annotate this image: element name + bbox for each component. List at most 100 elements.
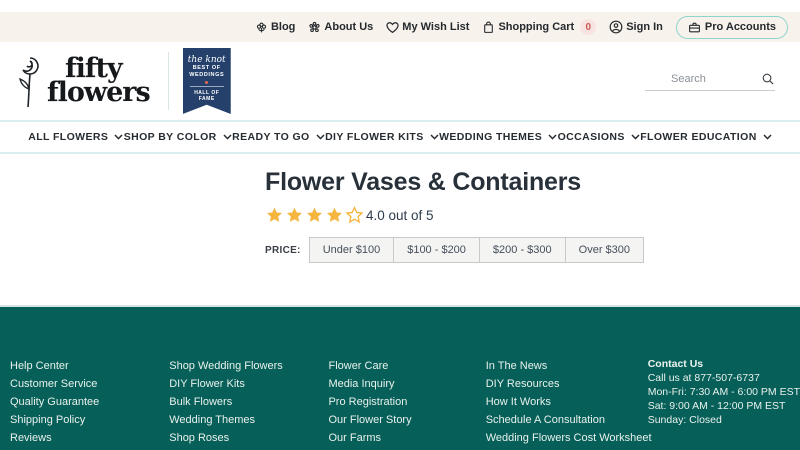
- footer-link-pro-registration[interactable]: Pro Registration: [328, 393, 485, 411]
- price-filter-over-300[interactable]: Over $300: [564, 237, 645, 263]
- footer-column-company: Flower Care Media Inquiry Pro Registration…: [328, 357, 485, 450]
- badge-hall-of-fame: HALL OF FAME: [189, 86, 224, 102]
- search-input[interactable]: [645, 72, 753, 85]
- top-strip: [0, 0, 800, 12]
- star-icon: [307, 207, 322, 222]
- about-us-label: About Us: [324, 21, 374, 33]
- shopping-cart-link[interactable]: Shopping Cart 0: [482, 19, 597, 35]
- rating-row: 4.0 out of 5: [265, 206, 800, 224]
- star-rating[interactable]: [265, 206, 364, 224]
- chevron-down-icon: [316, 134, 325, 140]
- price-filter-100-200[interactable]: $100 - $200: [393, 237, 480, 263]
- nav-item-label: ALL FLOWERS: [28, 131, 109, 143]
- pro-accounts-label: Pro Accounts: [704, 21, 776, 33]
- star-icon: [345, 206, 364, 224]
- footer-column-resources: In The News DIY Resources How It Works Sche…: [486, 357, 652, 450]
- footer-link-in-the-news[interactable]: In The News: [486, 357, 648, 375]
- footer-link-diy-resources[interactable]: DIY Resources: [486, 375, 648, 393]
- cart-count-badge: 0: [580, 19, 597, 35]
- main-nav: ALL FLOWERS SHOP BY COLOR READY TO GO DIY F…: [0, 120, 800, 154]
- footer-link-schedule-a-consultation[interactable]: Schedule A Consultation: [486, 411, 648, 429]
- blog-label: Blog: [270, 21, 296, 33]
- badge-dot: [205, 81, 209, 84]
- footer-link-shipping-policy[interactable]: Shipping Policy: [10, 411, 169, 429]
- footer-link-wedding-flowers-cost-worksheet[interactable]: Wedding Flowers Cost Worksheet: [486, 429, 652, 447]
- contact-line-call-us-at-877-507-6737: Call us at 877-507-6737: [647, 372, 760, 384]
- footer-column-contact: Contact Us Call us at 877-507-6737 Mon-Fr…: [648, 357, 800, 450]
- header-divider: [167, 52, 169, 110]
- footer-column-support: Help Center Customer Service Quality Guara…: [10, 357, 169, 450]
- price-filter-200-300[interactable]: $200 - $300: [478, 237, 566, 263]
- footer-link-diy-flower-kits[interactable]: DIY Flower Kits: [169, 375, 328, 393]
- price-filter-label: PRICE:: [265, 244, 301, 256]
- chevron-down-icon: [114, 134, 123, 140]
- price-filter-under-100[interactable]: Under $100: [308, 237, 395, 263]
- footer-link-flower-care[interactable]: Flower Care: [328, 357, 485, 375]
- footer-link-shop-roses[interactable]: Shop Roses: [169, 429, 328, 447]
- badge-weddings: WEDDINGS: [189, 72, 225, 78]
- footer-link-our-flower-story[interactable]: Our Flower Story: [328, 411, 485, 429]
- contact-line-sat-9-00-am-12-00-pm-est: Sat: 9:00 AM - 12:00 PM EST: [647, 400, 786, 412]
- nav-item-label: OCCASIONS: [557, 131, 625, 143]
- chevron-down-icon: [223, 134, 232, 140]
- knot-best-of-weddings-badge: the knot BEST OF WEDDINGS HALL OF FAME: [182, 48, 231, 114]
- pro-accounts-button[interactable]: Pro Accounts: [675, 15, 788, 39]
- footer-link-media-inquiry[interactable]: Media Inquiry: [328, 375, 485, 393]
- nav-item-diy-flower-kits[interactable]: DIY FLOWER KITS: [325, 131, 439, 143]
- briefcase-icon: [688, 22, 700, 32]
- footer-link-quality-guarantee[interactable]: Quality Guarantee: [10, 393, 169, 411]
- nav-item-occasions[interactable]: OCCASIONS: [558, 131, 640, 143]
- site-header: fifty flowers the knot BEST OF WEDDINGS …: [0, 42, 800, 120]
- footer-link-bulk-flowers[interactable]: Bulk Flowers: [169, 393, 328, 411]
- nav-item-all-flowers[interactable]: ALL FLOWERS: [28, 131, 123, 143]
- nav-item-ready-to-go[interactable]: READY TO GO: [232, 131, 325, 143]
- contact-lines: Call us at 877-507-6737 Mon-Fri: 7:30 AM …: [648, 371, 800, 427]
- logo-line2: flowers: [47, 77, 151, 108]
- footer-column-shop: Shop Wedding Flowers DIY Flower Kits Bulk …: [169, 357, 328, 450]
- badge-best-of: BEST OF: [192, 65, 221, 71]
- search-box[interactable]: [645, 72, 775, 91]
- rose-sketch-icon: [19, 57, 39, 108]
- chevron-down-icon: [631, 134, 640, 140]
- search-icon[interactable]: [761, 72, 775, 86]
- contact-line-sunday-closed: Sunday: Closed: [647, 414, 722, 426]
- knot-script-text: the knot: [187, 55, 226, 65]
- nav-item-label: WEDDING THEMES: [439, 131, 543, 143]
- nav-item-shop-by-color[interactable]: SHOP BY COLOR: [124, 131, 232, 143]
- fiftyflowers-logo[interactable]: fifty flowers: [15, 53, 151, 109]
- footer-link-our-farms[interactable]: Our Farms: [328, 429, 485, 447]
- user-icon: [609, 20, 623, 34]
- page-content: Flower Vases & Containers 4.0 out of 5 P…: [0, 154, 800, 305]
- page-title: Flower Vases & Containers: [265, 168, 581, 196]
- blog-link[interactable]: Blog: [255, 21, 295, 34]
- nav-item-wedding-themes[interactable]: WEDDING THEMES: [439, 131, 557, 143]
- wishlist-label: My Wish List: [402, 21, 470, 33]
- contact-us-title: Contact Us: [647, 358, 704, 370]
- price-filter-row: PRICE: Under $100 $100 - $200 $200 - $300 O…: [265, 237, 800, 263]
- chevron-down-icon: [548, 134, 557, 140]
- site-footer: Help Center Customer Service Quality Guara…: [0, 305, 800, 450]
- nav-item-label: DIY FLOWER KITS: [325, 131, 424, 143]
- nav-item-label: READY TO GO: [232, 131, 310, 143]
- sign-in-label: Sign In: [626, 21, 663, 33]
- footer-link-wedding-themes[interactable]: Wedding Themes: [169, 411, 328, 429]
- star-icon: [327, 207, 342, 222]
- about-us-link[interactable]: About Us: [308, 21, 373, 34]
- footer-link-shop-wedding-flowers[interactable]: Shop Wedding Flowers: [169, 357, 328, 375]
- sign-in-link[interactable]: Sign In: [609, 20, 663, 34]
- chevron-down-icon: [763, 134, 772, 140]
- footer-link-reviews[interactable]: Reviews: [10, 429, 169, 447]
- footer-link-how-it-works[interactable]: How It Works: [486, 393, 648, 411]
- shopping-cart-label: Shopping Cart: [498, 21, 575, 33]
- heart-icon: [386, 21, 399, 33]
- nav-item-label: SHOP BY COLOR: [123, 131, 217, 143]
- flower-icon: [309, 21, 320, 32]
- star-icon: [287, 207, 302, 222]
- price-filter-buttons: Under $100 $100 - $200 $200 - $300 Over $30…: [308, 237, 645, 263]
- nav-item-flower-education[interactable]: FLOWER EDUCATION: [640, 131, 772, 143]
- footer-link-customer-service[interactable]: Customer Service: [10, 375, 169, 393]
- wishlist-link[interactable]: My Wish List: [386, 21, 469, 34]
- contact-line-mon-fri-7-30-am-6-00-pm-est: Mon-Fri: 7:30 AM - 6:00 PM EST: [647, 386, 800, 398]
- nav-item-label: FLOWER EDUCATION: [640, 131, 757, 143]
- footer-link-help-center[interactable]: Help Center: [10, 357, 169, 375]
